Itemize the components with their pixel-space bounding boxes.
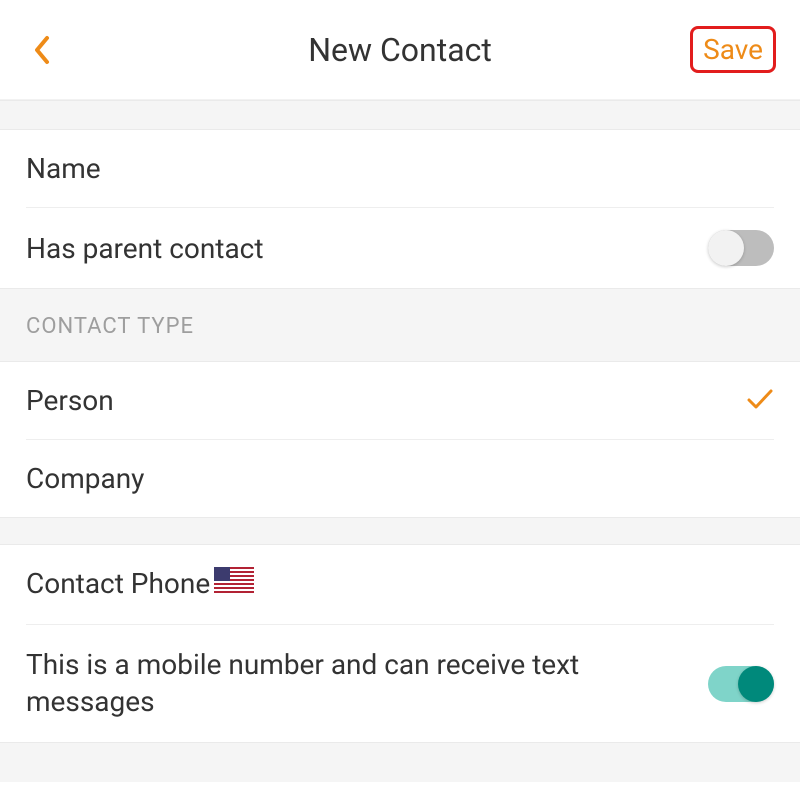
- back-icon[interactable]: [24, 32, 60, 68]
- has-parent-row: Has parent contact: [0, 208, 800, 288]
- mobile-text-row: This is a mobile number and can receive …: [0, 625, 800, 742]
- name-label: Name: [26, 152, 101, 185]
- flag-us-icon: [214, 567, 254, 600]
- contact-type-person[interactable]: Person: [0, 362, 800, 439]
- has-parent-label: Has parent contact: [26, 232, 264, 265]
- spacer: [0, 517, 800, 545]
- contact-type-person-label: Person: [26, 384, 114, 417]
- toggle-knob: [708, 230, 744, 266]
- contact-type-header: CONTACT TYPE: [0, 288, 800, 362]
- contact-type-company-label: Company: [26, 462, 144, 495]
- page-title: New Contact: [308, 31, 492, 69]
- checkmark-icon: [746, 384, 774, 417]
- contact-phone-field[interactable]: Contact Phone: [0, 545, 800, 624]
- mobile-text-label: This is a mobile number and can receive …: [26, 647, 708, 720]
- spacer: [0, 742, 800, 782]
- has-parent-toggle[interactable]: [708, 230, 774, 266]
- mobile-text-toggle[interactable]: [708, 666, 774, 702]
- toggle-knob: [738, 666, 774, 702]
- name-field[interactable]: Name: [0, 130, 800, 207]
- contact-phone-label: Contact Phone: [26, 567, 254, 602]
- save-button[interactable]: Save: [690, 26, 776, 73]
- spacer: [0, 100, 800, 130]
- contact-type-company[interactable]: Company: [0, 440, 800, 517]
- header: New Contact Save: [0, 0, 800, 100]
